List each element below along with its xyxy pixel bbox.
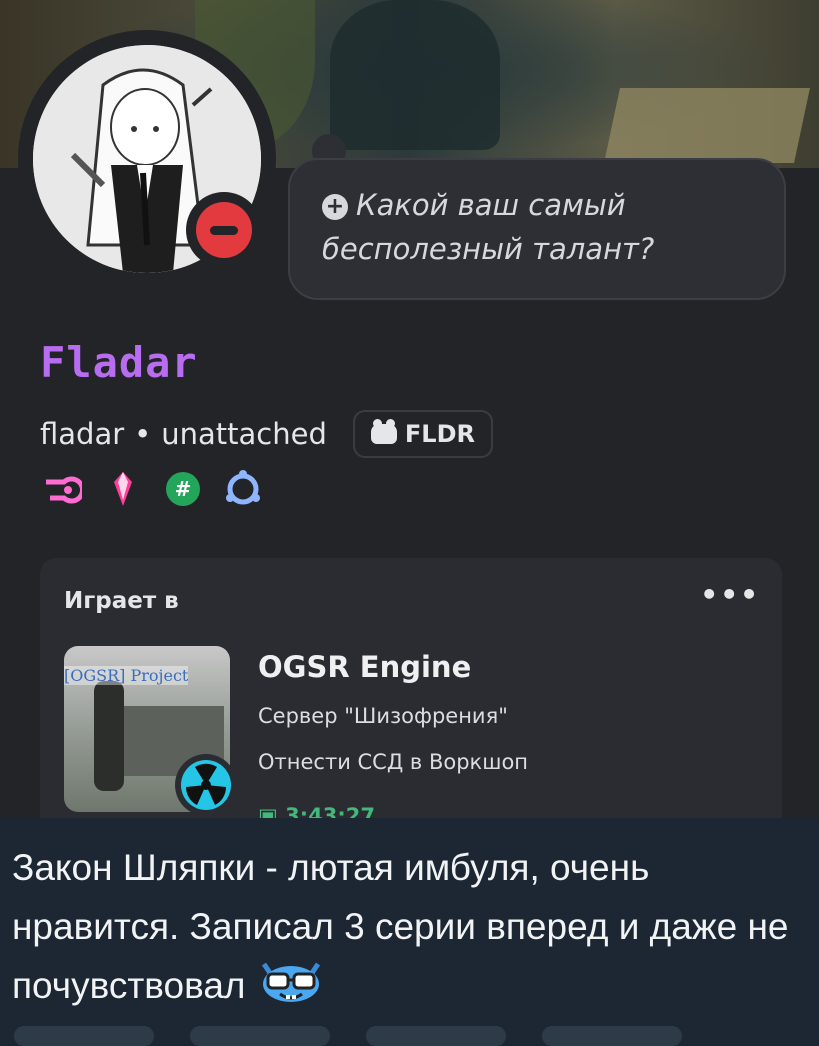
plus-circle-icon[interactable]: + bbox=[322, 194, 348, 220]
profile-badges: # bbox=[44, 470, 262, 508]
display-name: Fladar bbox=[40, 338, 198, 387]
more-options-button[interactable]: ••• bbox=[700, 578, 760, 611]
game-state: Отнести ССД в Воркшоп bbox=[258, 750, 529, 774]
server-tag: FLDR bbox=[404, 420, 475, 448]
elapsed-timer: ▣ 3:43:27 bbox=[258, 804, 375, 818]
elapsed-time: 3:43:27 bbox=[285, 804, 376, 818]
message-text-block: Закон Шляпки - лютая имбуля, очень нрави… bbox=[12, 838, 812, 1021]
activity-card: Играет в ••• [OGSR] Project OGSR Engine … bbox=[40, 558, 782, 818]
username: fladar bbox=[40, 417, 125, 451]
svg-text:#: # bbox=[175, 477, 192, 501]
frog-icon bbox=[370, 419, 397, 444]
gem-icon[interactable] bbox=[104, 470, 142, 508]
reactions-row bbox=[0, 1026, 819, 1046]
dnd-status-icon bbox=[196, 202, 252, 258]
separator: • bbox=[134, 417, 152, 451]
profile-tagline: fladar • unattached FLDR bbox=[40, 410, 493, 458]
activity-title: Играет в bbox=[64, 588, 179, 614]
banner-box bbox=[604, 88, 810, 163]
server-tag-badge[interactable]: FLDR bbox=[352, 410, 493, 458]
reaction-pill[interactable] bbox=[14, 1026, 154, 1046]
reaction-pill[interactable] bbox=[190, 1026, 330, 1046]
discord-profile-screenshot: + Какой ваш самый бесполезный талант? Fla… bbox=[0, 0, 819, 818]
hash-icon[interactable]: # bbox=[164, 470, 202, 508]
note-bubble-text-wrap: + Какой ваш самый бесполезный талант? bbox=[322, 183, 762, 271]
banner-figure bbox=[330, 0, 500, 150]
gamepad-icon: ▣ bbox=[258, 804, 286, 818]
reaction-pill[interactable] bbox=[366, 1026, 506, 1046]
note-text: Какой ваш самый бесполезный талант? bbox=[322, 188, 655, 266]
game-details: Сервер "Шизофрения" bbox=[258, 704, 508, 728]
nerd-demon-emoji-icon bbox=[256, 958, 326, 1021]
nitro-speed-icon[interactable] bbox=[44, 470, 82, 508]
message-text: Закон Шляпки - лютая имбуля, очень нрави… bbox=[12, 847, 789, 1006]
quest-icon[interactable] bbox=[224, 470, 262, 508]
game-name: OGSR Engine bbox=[258, 650, 472, 684]
game-image-figure bbox=[94, 681, 124, 791]
pronouns: unattached bbox=[161, 417, 327, 451]
radiation-icon bbox=[181, 760, 231, 810]
game-image-label: [OGSR] Project bbox=[64, 666, 189, 685]
reaction-pill[interactable] bbox=[542, 1026, 682, 1046]
